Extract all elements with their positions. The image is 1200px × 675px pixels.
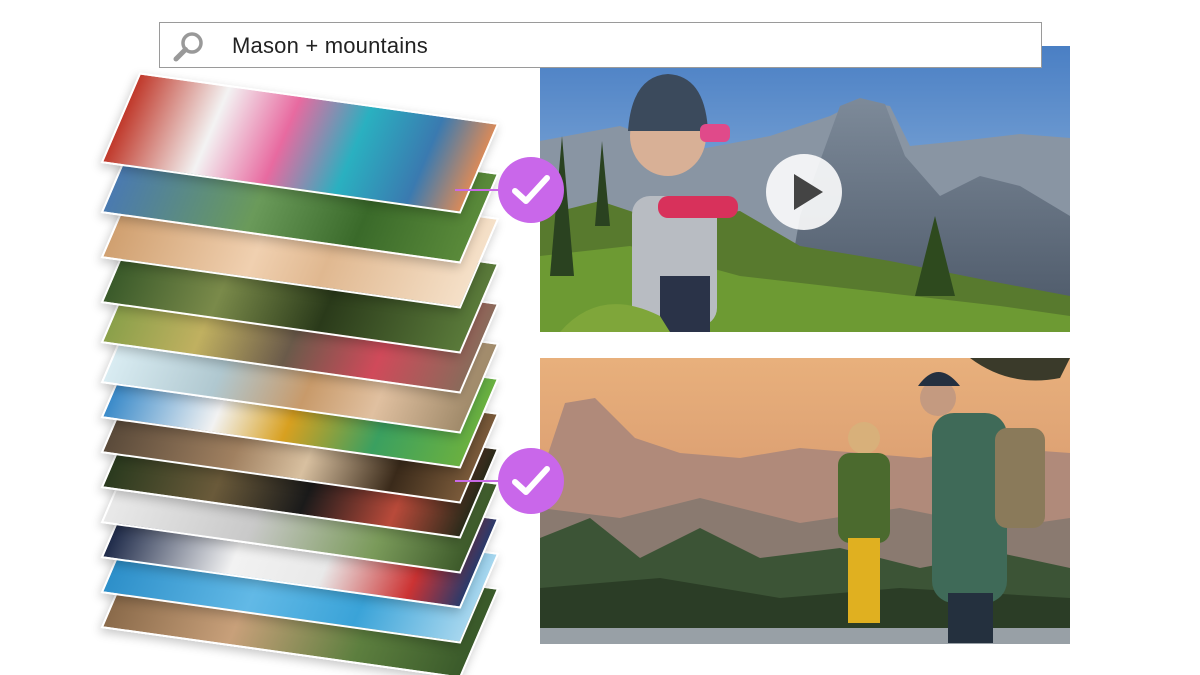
checkmark-icon — [512, 175, 550, 204]
search-icon — [173, 32, 203, 62]
search-input[interactable]: Mason + mountains — [232, 33, 428, 59]
result-photo-father-son[interactable] — [540, 358, 1070, 644]
result-video-binoculars[interactable] — [540, 46, 1070, 332]
play-icon — [794, 174, 823, 210]
photo-library-stack — [100, 60, 500, 675]
checkmark-icon — [512, 466, 550, 495]
photo-thumbnail — [540, 358, 1070, 644]
play-button[interactable] — [766, 154, 842, 230]
search-results-illustration: Mason + mountains — [0, 0, 1200, 675]
search-bar[interactable]: Mason + mountains — [159, 22, 1042, 68]
match-check-2 — [498, 448, 564, 514]
match-check-1 — [498, 157, 564, 223]
